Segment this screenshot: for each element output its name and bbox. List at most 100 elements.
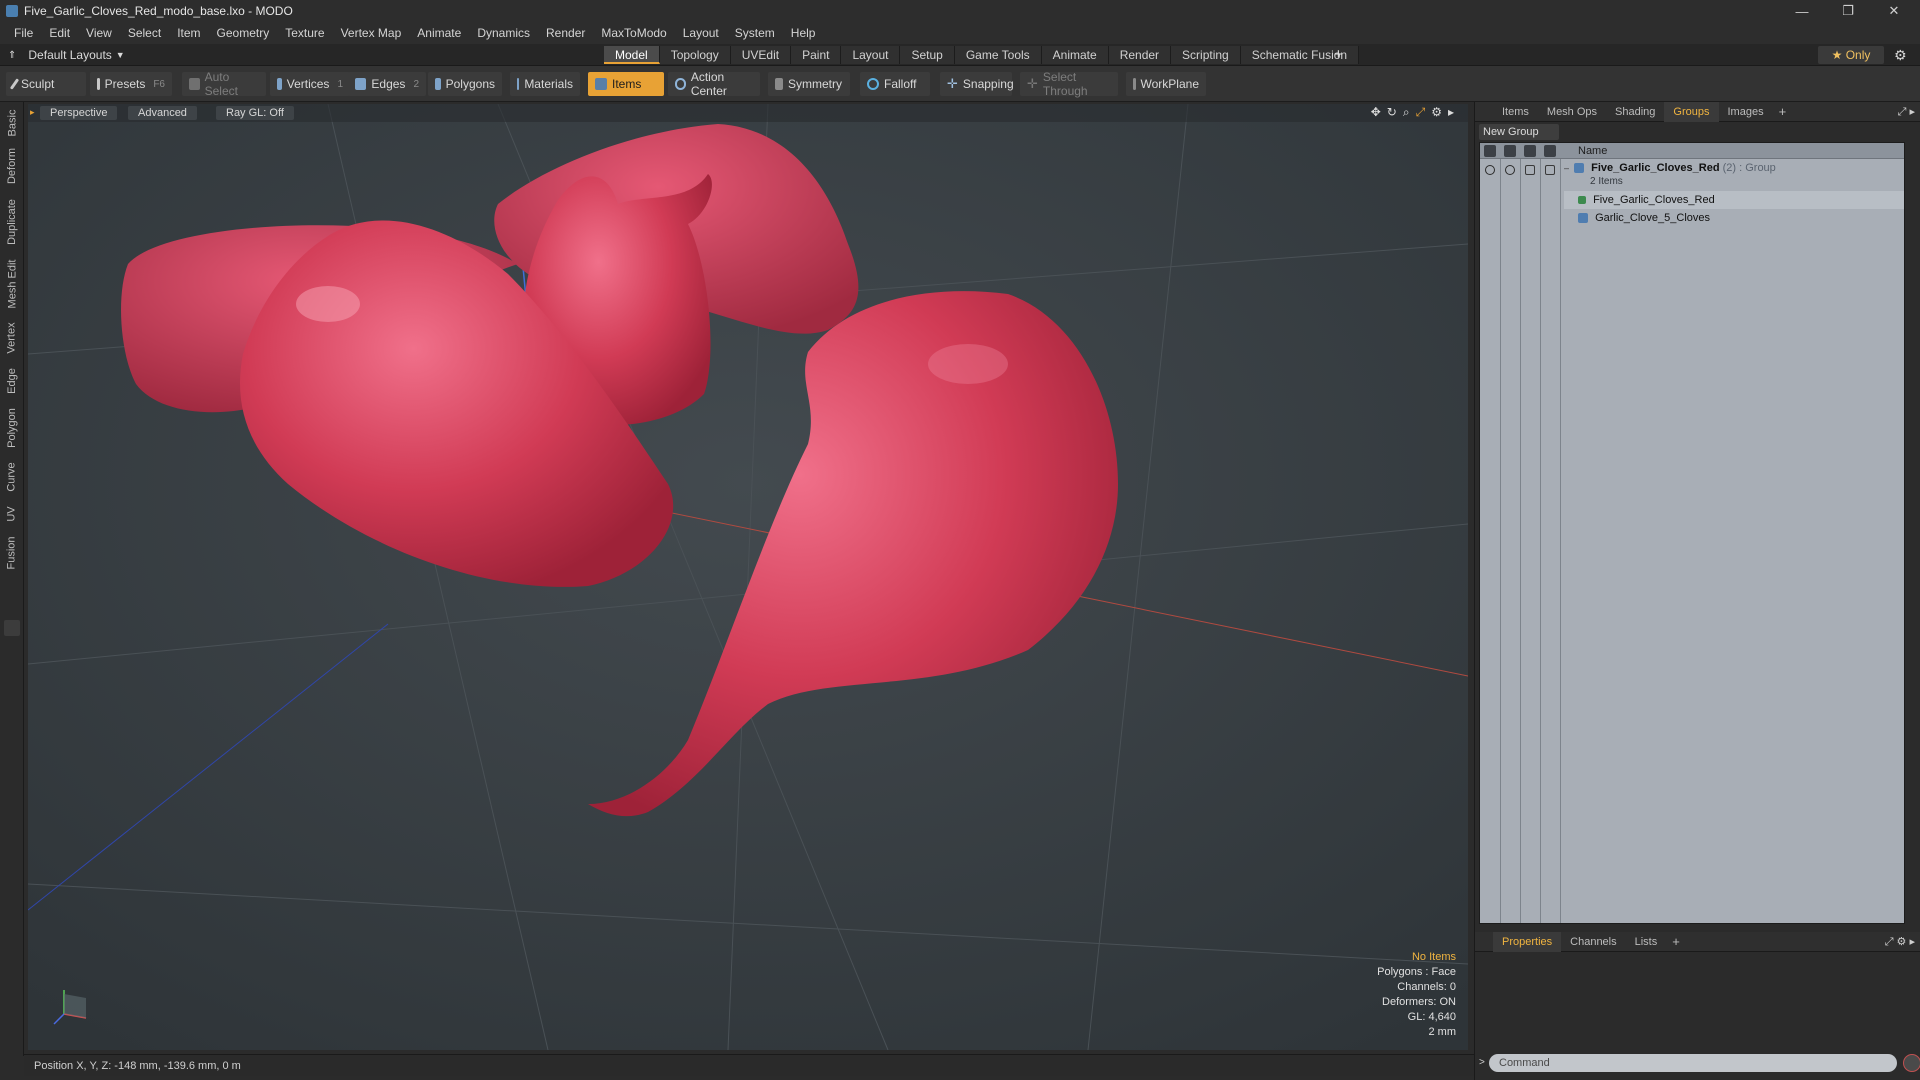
only-button[interactable]: ★ Only [1818,46,1884,64]
vtab-basic[interactable]: Basic [3,106,21,140]
tab-scripting[interactable]: Scripting [1171,46,1241,64]
collapse-icon[interactable]: – [1564,163,1569,173]
group-row[interactable]: – Five_Garlic_Cloves_Red (2) : Group 2 I… [1564,159,1904,189]
menu-dynamics[interactable]: Dynamics [469,22,538,44]
layout-selector[interactable]: ⇑ Default Layouts ▼ [8,44,125,66]
restore-icon[interactable]: ❐ [1826,0,1870,22]
vtab-edge[interactable]: Edge [3,364,21,398]
rotate-icon[interactable]: ↻ [1387,105,1397,120]
tab-model[interactable]: Model [604,46,660,64]
falloff-button[interactable]: Falloff [860,72,930,96]
menu-geometry[interactable]: Geometry [209,22,278,44]
vtab-mesh-edit[interactable]: Mesh Edit [3,256,21,312]
render-column-icon[interactable] [1504,145,1516,157]
menu-help[interactable]: Help [783,22,824,44]
tab-items[interactable]: Items [1493,102,1538,122]
tab-paint[interactable]: Paint [791,46,842,64]
view-perspective-button[interactable]: Perspective [40,106,118,120]
tab-channels[interactable]: Channels [1561,932,1625,952]
tab-render[interactable]: Render [1108,46,1172,64]
tab-images[interactable]: Images [1719,102,1773,122]
panel-expand-icon[interactable]: ⤢ ▸ [1898,102,1915,122]
bottom-panel-expand-icon[interactable]: ⤢ ⚙ ▸ [1885,932,1915,952]
visibility-eye-icon[interactable] [1485,165,1495,175]
materials-button[interactable]: Materials [510,72,580,96]
tab-setup[interactable]: Setup [900,46,955,64]
edges-button[interactable]: Edges 2 [348,72,426,96]
tab-animate[interactable]: Animate [1041,46,1109,64]
new-group-button[interactable]: New Group [1479,124,1559,140]
tab-groups[interactable]: Groups [1664,101,1719,122]
tab-topology[interactable]: Topology [659,46,731,64]
tool-toggle-icon[interactable] [4,620,20,636]
pan-icon[interactable]: ✥ [1371,105,1381,120]
viewport-expand-icon[interactable]: ▸ [1448,105,1454,120]
fit-icon[interactable]: ⤢ [1416,105,1426,120]
viewport-settings-icon[interactable]: ⚙ [1431,105,1442,120]
tab-layout[interactable]: Layout [841,46,901,64]
vtab-fusion[interactable]: Fusion [3,532,21,574]
sculpt-brush-icon [9,78,20,90]
polygons-button[interactable]: Polygons [428,72,502,96]
vtab-vertex[interactable]: Vertex [3,318,21,358]
menu-texture[interactable]: Texture [277,22,332,44]
vtab-edge-label: Edge [6,368,19,394]
select-through-button[interactable]: ✛ Select Through [1020,70,1118,98]
vtab-uv[interactable]: UV [3,502,21,526]
command-input[interactable]: Command [1489,1054,1897,1072]
zoom-icon[interactable]: ⌕ [1403,105,1410,120]
select-column-icon[interactable] [1544,145,1556,157]
3d-viewport[interactable]: ▸ Perspective Advanced Ray GL: Off ✥ ↻ ⌕… [28,104,1468,1050]
menu-edit[interactable]: Edit [41,22,78,44]
tab-game-tools[interactable]: Game Tools [954,46,1042,64]
viewport-menu-icon[interactable]: ▸ [30,107,35,118]
auto-select-button[interactable]: Auto Select [182,70,266,98]
vtab-polygon[interactable]: Polygon [3,404,21,452]
vertices-button[interactable]: Vertices 1 [270,72,350,96]
select-checkbox[interactable] [1545,165,1555,175]
vtab-curve[interactable]: Curve [3,458,21,496]
visibility-column-eye-icon[interactable] [1484,145,1496,157]
menu-system[interactable]: System [727,22,783,44]
tab-properties[interactable]: Properties [1493,931,1562,952]
add-bottom-tab-icon[interactable]: + [1666,934,1686,949]
add-tab-plus-icon[interactable]: + [1334,44,1343,66]
menu-animate[interactable]: Animate [409,22,469,44]
vtab-polygon-label: Polygon [6,408,19,448]
symmetry-button[interactable]: Symmetry [768,72,850,96]
menu-select[interactable]: Select [120,22,169,44]
close-icon[interactable]: ✕ [1872,0,1916,22]
title-bar: Five_Garlic_Cloves_Red_modo_base.lxo - M… [0,0,1920,22]
lock-checkbox[interactable] [1525,165,1535,175]
menu-maxtomodo[interactable]: MaxToModo [593,22,674,44]
group-child-row[interactable]: Five_Garlic_Cloves_Red [1564,191,1904,209]
menu-file[interactable]: File [6,22,41,44]
workplane-button[interactable]: WorkPlane [1126,72,1206,96]
raygl-button[interactable]: Ray GL: Off [216,106,294,120]
select-through-label: Select Through [1042,70,1088,98]
presets-button[interactable]: Presets F6 [90,72,172,96]
group-child-row[interactable]: Garlic_Clove_5_Cloves [1564,209,1904,227]
menu-vertex-map[interactable]: Vertex Map [333,22,410,44]
view-style-advanced-button[interactable]: Advanced [128,106,197,120]
sculpt-button[interactable]: Sculpt [6,72,86,96]
menu-layout[interactable]: Layout [675,22,727,44]
tab-mesh-ops[interactable]: Mesh Ops [1538,102,1606,122]
tab-uvedit[interactable]: UVEdit [730,46,792,64]
vtab-deform[interactable]: Deform [3,144,21,188]
lock-column-icon[interactable] [1524,145,1536,157]
vtab-duplicate[interactable]: Duplicate [3,194,21,250]
snapping-button[interactable]: ✛ Snapping [940,72,1014,96]
add-panel-tab-icon[interactable]: + [1773,104,1793,119]
tab-shading[interactable]: Shading [1606,102,1664,122]
gear-icon[interactable]: ⚙ [1894,44,1907,66]
items-button[interactable]: Items [588,72,664,96]
minimize-icon[interactable]: — [1780,0,1824,22]
menu-view[interactable]: View [78,22,120,44]
action-center-button[interactable]: Action Center [668,70,760,98]
render-toggle-icon[interactable] [1505,165,1515,175]
command-history-button[interactable] [1903,1054,1920,1072]
menu-item[interactable]: Item [169,22,208,44]
menu-render[interactable]: Render [538,22,593,44]
tab-lists[interactable]: Lists [1626,932,1667,952]
